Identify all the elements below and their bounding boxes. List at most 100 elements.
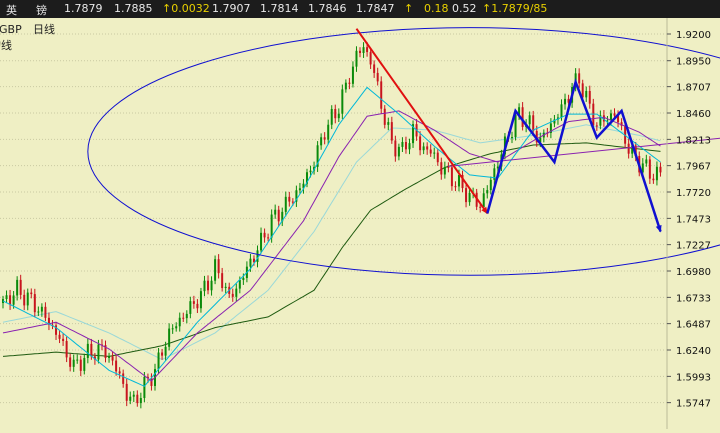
candle-body (196, 303, 199, 309)
candle-body (330, 108, 333, 125)
candle-body (440, 162, 443, 175)
candle-body (344, 82, 347, 90)
candle-body (231, 293, 234, 297)
candle-body (9, 295, 12, 305)
candle-body (362, 47, 365, 54)
candle-body (238, 280, 241, 289)
candle-body (291, 201, 294, 203)
candle-body (373, 64, 376, 73)
y-tick-label: 1.5747 (676, 399, 711, 410)
candle-body (341, 89, 344, 114)
candle-body (380, 81, 383, 109)
y-tick-label: 1.7967 (676, 162, 711, 173)
candle-body (447, 166, 450, 168)
candle-body (132, 394, 135, 397)
candle-body (479, 206, 482, 208)
up-arrow-icon: ↑ (404, 2, 414, 15)
instrument-name-char2: 镑 (36, 4, 47, 17)
candle-body (12, 295, 15, 305)
candle-body (334, 108, 337, 119)
candle-body (16, 279, 19, 296)
candle-body (298, 188, 301, 191)
bid-ask: ↑1.7879/85 (482, 2, 548, 15)
candle-body (217, 259, 220, 274)
candle-body (443, 166, 446, 175)
candle-body (62, 338, 65, 342)
bid-price: 1.7885 (114, 2, 153, 15)
y-tick-label: 1.9200 (676, 30, 711, 41)
prev-close: 1.7847 (356, 2, 395, 15)
candle-body (564, 98, 567, 105)
candle-body (242, 278, 245, 281)
candle-body (585, 90, 588, 98)
candle-body (23, 294, 26, 306)
candle-body (171, 328, 174, 330)
candle-body (422, 146, 425, 151)
candle-body (178, 317, 181, 327)
candle-body (609, 113, 612, 121)
candle-body (164, 346, 167, 356)
candle-body (528, 115, 531, 125)
candle-body (433, 152, 436, 154)
candle-body (652, 178, 655, 181)
candle-body (482, 193, 485, 208)
candle-body (578, 73, 581, 84)
candle-body (252, 258, 255, 263)
candle-body (376, 72, 379, 82)
y-tick-label: 1.8950 (676, 57, 711, 68)
candle-body (394, 140, 397, 157)
candle-body (221, 273, 224, 289)
candle-body (161, 352, 164, 356)
y-tick-label: 1.5993 (676, 372, 711, 383)
candle-body (182, 317, 185, 319)
candle-body (44, 306, 47, 318)
quote-bar: 英 镑 1.7879 1.7885 ↑0.0032 1.7907 1.7814 … (0, 0, 720, 18)
candle-body (397, 146, 400, 157)
candle-body (235, 288, 238, 297)
candle-body (560, 104, 563, 118)
candle-body (19, 279, 22, 295)
candle-body (249, 258, 252, 267)
candle-body (97, 344, 100, 360)
candle-body (627, 143, 630, 154)
candle-body (139, 398, 142, 404)
y-tick-label: 1.6240 (676, 346, 711, 357)
price-chart[interactable]: 1.9200 1.8950 1.8707 1.8460 1.8213 1.7967 1.77… (0, 18, 720, 429)
candle-body (429, 149, 432, 154)
candle-body (157, 352, 160, 370)
y-tick-label: 1.7227 (676, 241, 711, 252)
candle-body (588, 90, 591, 104)
candle-body (465, 188, 468, 203)
candle-body (65, 341, 68, 358)
y-tick-label: 1.6487 (676, 320, 711, 331)
y-tick-label: 1.6733 (676, 293, 711, 304)
candle-body (263, 232, 266, 238)
candle-body (511, 137, 514, 139)
candle-body (125, 383, 128, 401)
candle-body (277, 209, 280, 222)
candle-body (115, 360, 118, 372)
candle-body (645, 159, 648, 164)
candle-body (359, 50, 362, 54)
candle-body (613, 113, 616, 116)
candle-body (404, 142, 407, 150)
candle-body (337, 113, 340, 119)
candle-body (203, 280, 206, 292)
price-change: ↑0.0032 (162, 2, 210, 15)
candle-body (419, 136, 422, 151)
candle-body (390, 122, 393, 141)
candle-body (486, 190, 489, 194)
candle-body (26, 292, 29, 306)
candle-body (489, 179, 492, 191)
candle-body (175, 326, 178, 329)
candle-body (143, 376, 146, 399)
candle-body (214, 259, 217, 281)
price-chart-area[interactable]: 1.9200 1.8950 1.8707 1.8460 1.8213 1.7967 1.77… (0, 18, 720, 429)
candle-body (30, 292, 33, 295)
y-tick-label: 1.6980 (676, 267, 711, 278)
candle-body (83, 357, 86, 371)
candle-body (168, 328, 171, 347)
candle-body (457, 174, 460, 187)
candle-body (514, 114, 517, 138)
symbol-label: GBP (0, 23, 22, 36)
